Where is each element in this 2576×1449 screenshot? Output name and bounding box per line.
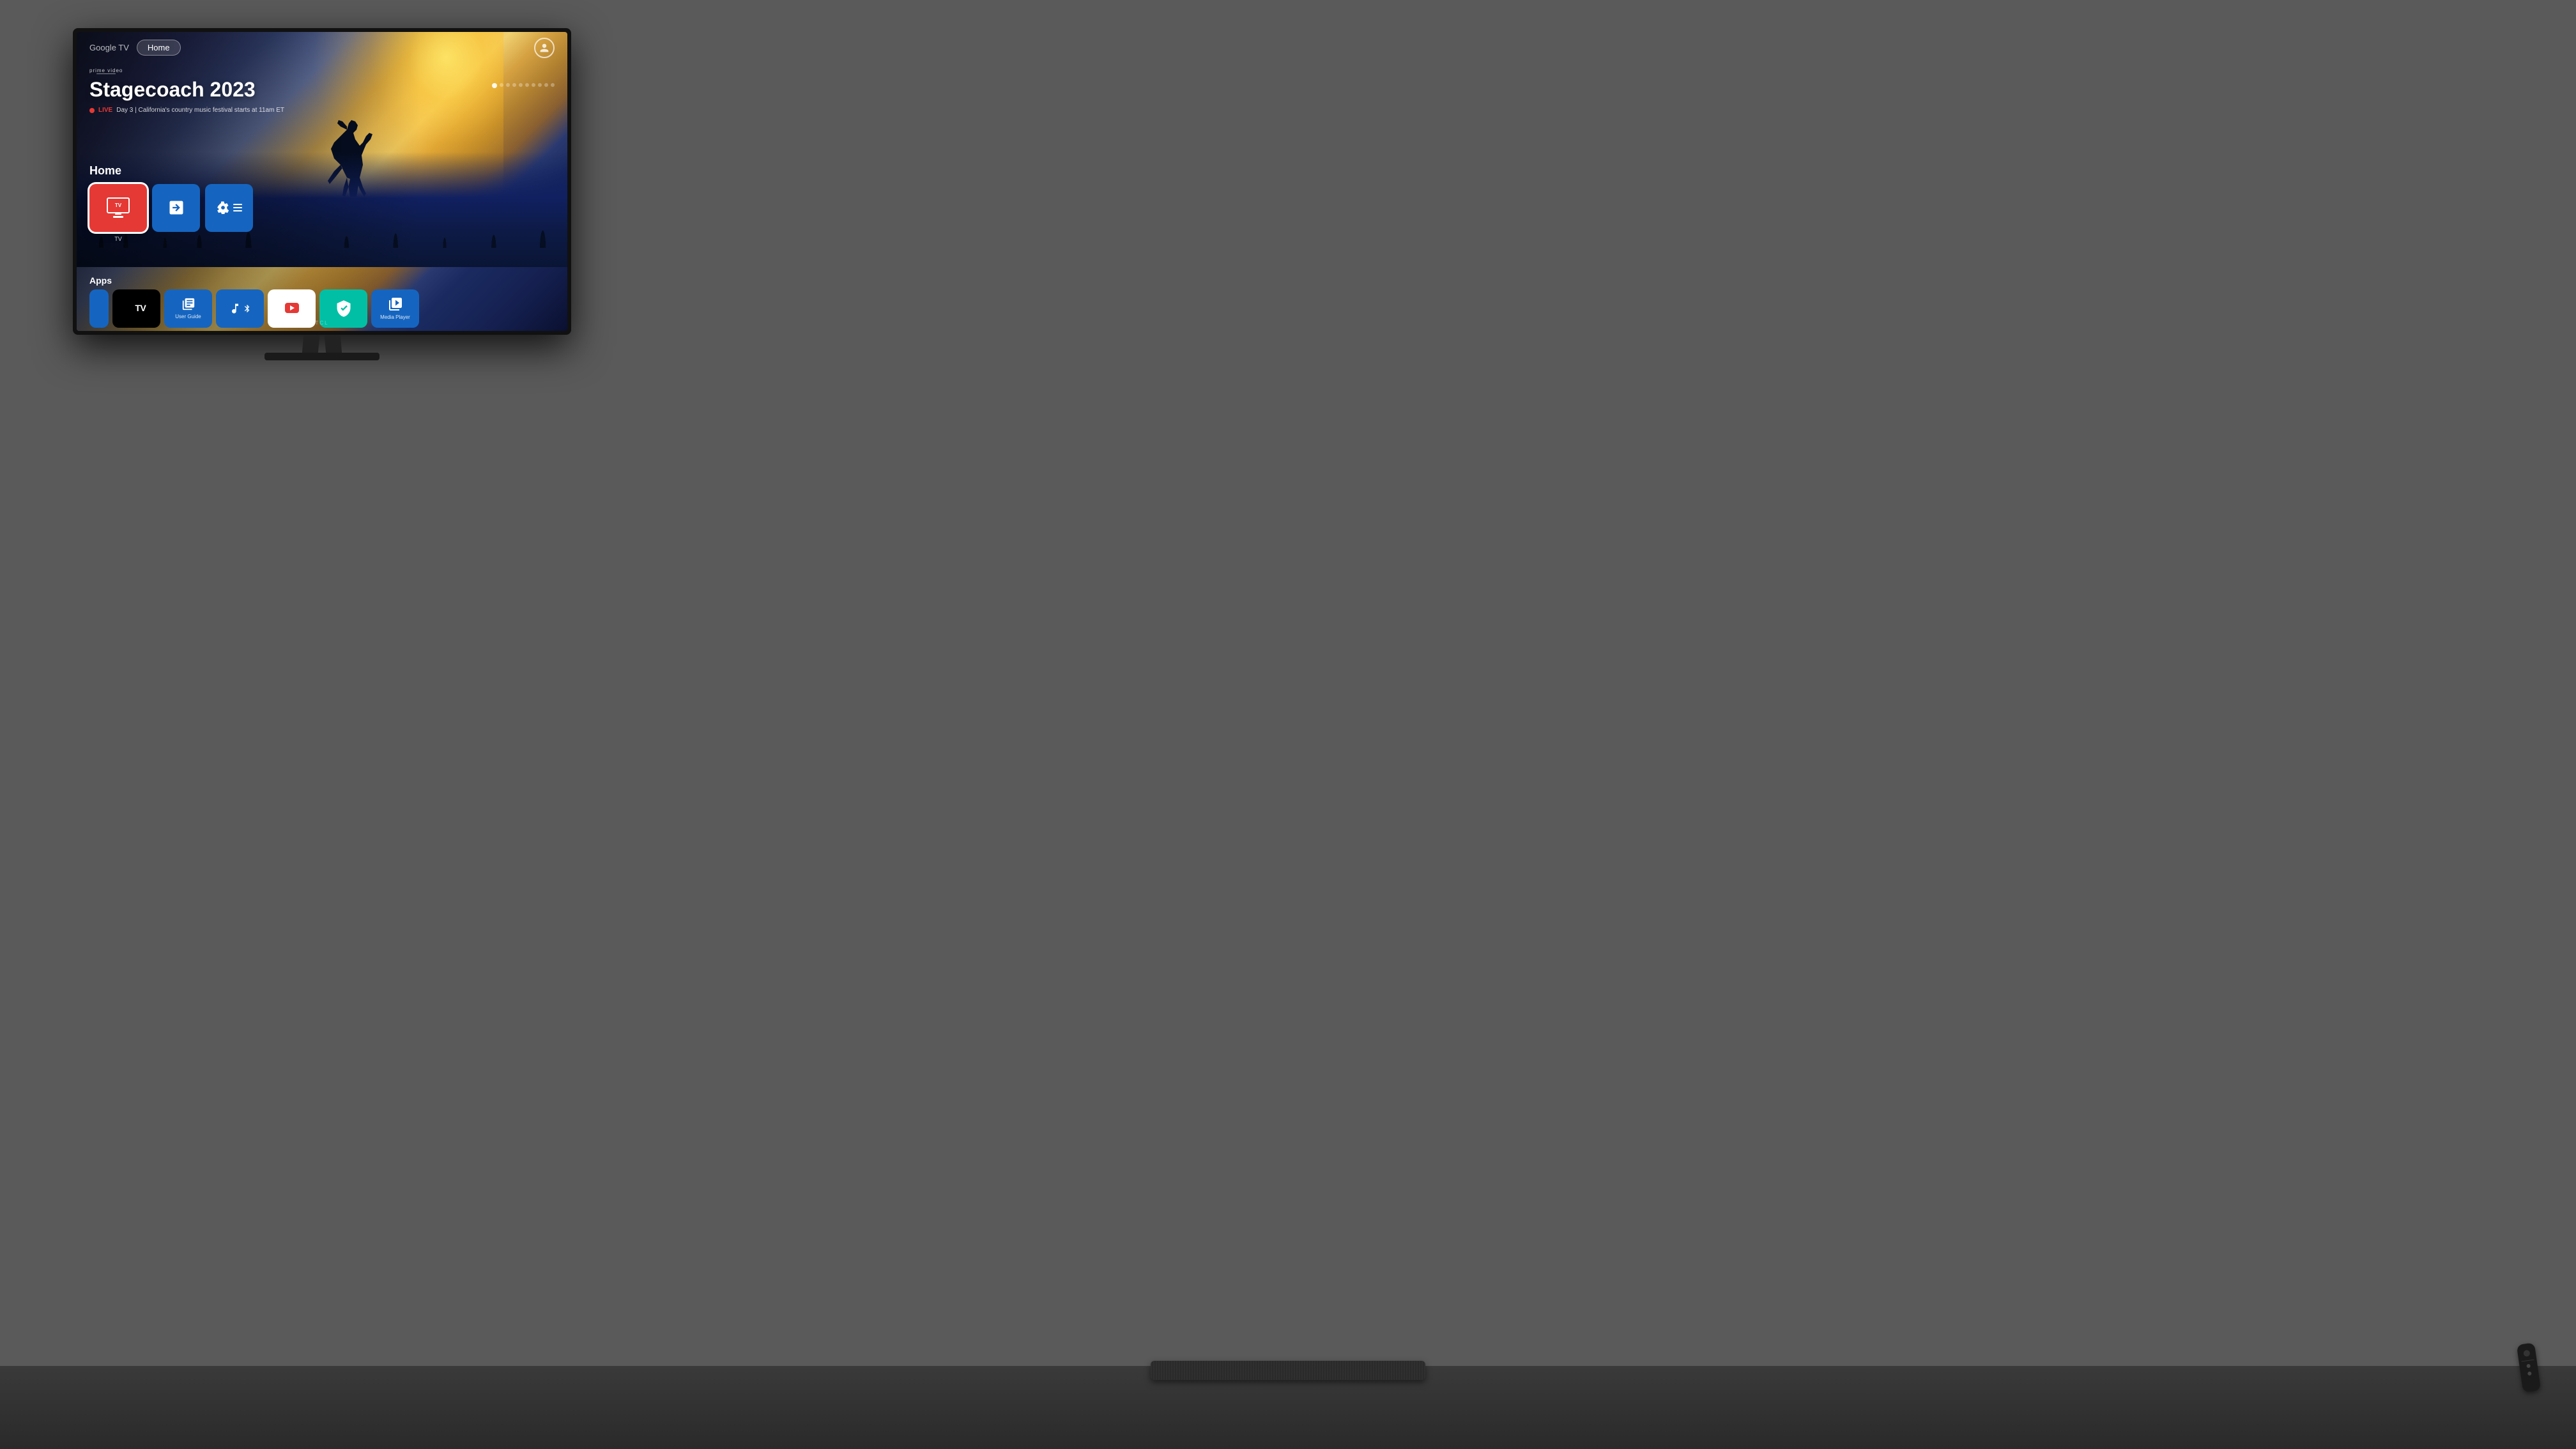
hero-content: prime video Stagecoach 2023 LIVE Day 3 |…: [89, 64, 567, 114]
home-apps-row: TV TV: [89, 184, 567, 232]
input-icon: [167, 199, 185, 217]
list-lines-icon: [233, 204, 242, 211]
home-tab[interactable]: Home: [137, 40, 181, 56]
stand-foot: [264, 353, 379, 360]
tv-label: TV: [89, 236, 147, 242]
prime-underline: [96, 73, 116, 75]
music-bt-tile[interactable]: [216, 289, 264, 328]
top-nav: Google TV Home: [77, 32, 567, 64]
stand-neck-right: [325, 335, 342, 354]
stand-neck-left: [302, 335, 320, 354]
apple-tv-tile[interactable]:  TV: [112, 289, 160, 328]
user-guide-icon: [181, 297, 195, 311]
live-info: LIVE Day 3 | California's country music …: [89, 107, 567, 114]
prime-video-badge: prime video: [89, 68, 123, 75]
live-indicator: [89, 108, 95, 113]
partial-app-tile[interactable]: [89, 289, 109, 328]
tv-icon: TV: [107, 197, 130, 218]
yt-triangle: [290, 305, 295, 310]
settings-tile[interactable]: [205, 184, 253, 232]
yt-play-btn: [285, 303, 299, 313]
media-player-tile[interactable]: Media Player: [371, 289, 419, 328]
tv-app-tile[interactable]: TV TV: [89, 184, 147, 232]
media-player-icon: [388, 296, 403, 312]
youtube-kids-tile[interactable]: [268, 289, 316, 328]
music-bt-icon-group: [229, 302, 252, 315]
music-note-icon: [229, 302, 241, 315]
home-section: Home TV TV: [89, 164, 567, 232]
apple-tv-label: TV: [135, 303, 146, 313]
provider-label: prime video: [89, 68, 123, 73]
user-profile-button[interactable]: [534, 38, 555, 58]
apps-section-title: Apps: [89, 275, 567, 286]
tv-outer: Google TV Home: [73, 28, 571, 335]
gear-icon: [217, 201, 229, 214]
media-player-label: Media Player: [380, 314, 410, 320]
tv-screen: Google TV Home: [77, 32, 567, 331]
youtube-kids-icon: [285, 303, 299, 314]
apple-tv-icon:  TV: [127, 303, 146, 314]
bluetooth-icon: [243, 303, 252, 314]
tv-bezel: Google TV Home: [77, 32, 567, 331]
user-guide-tile[interactable]: User Guide: [164, 289, 212, 328]
home-section-title: Home: [89, 164, 567, 178]
soundbar: [1151, 1361, 1425, 1380]
live-detail: Day 3 | California's country music festi…: [116, 107, 284, 114]
brand-label: Google TV: [89, 43, 129, 52]
user-guide-label: User Guide: [175, 314, 201, 319]
shield-icon: [335, 300, 353, 318]
tv-brand-label: TCL: [315, 320, 328, 326]
hero-title: Stagecoach 2023: [89, 78, 567, 102]
settings-icon-group: [217, 201, 242, 214]
live-label: LIVE: [98, 107, 112, 114]
input-tile[interactable]: [152, 184, 200, 232]
tv-stand: [258, 335, 386, 360]
